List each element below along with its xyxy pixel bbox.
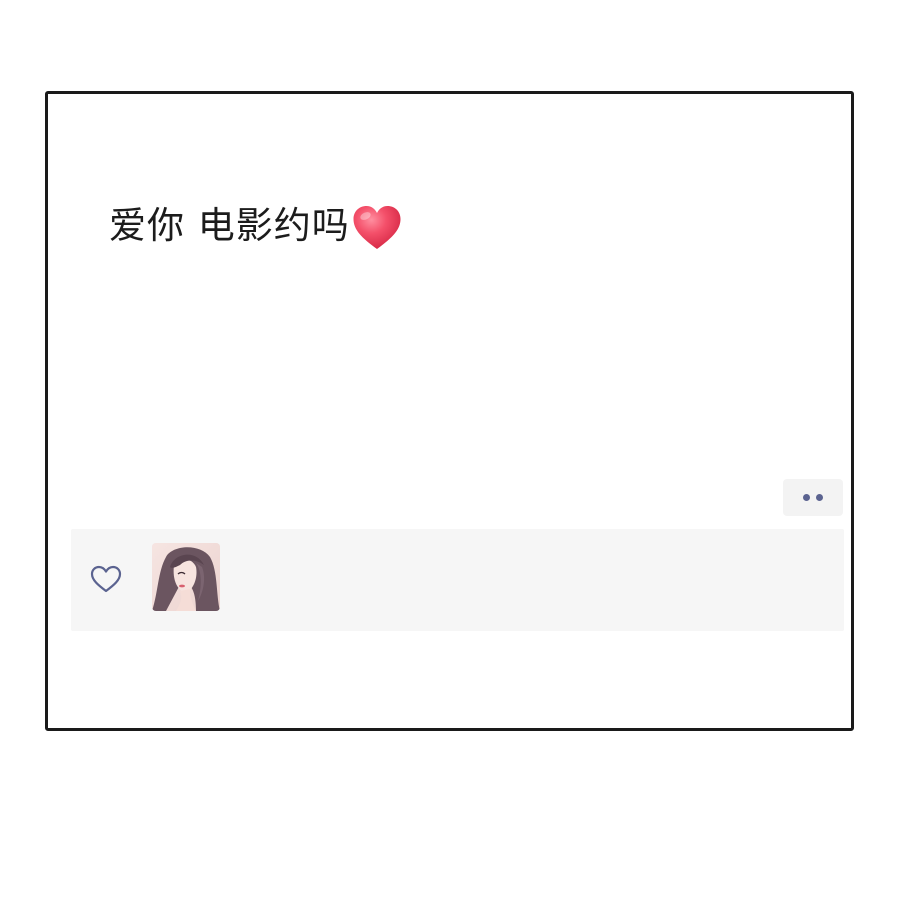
comic-panel-canvas: 爱你 电影约吗 xyxy=(0,0,900,924)
likes-section xyxy=(71,529,844,631)
heart-outline-icon xyxy=(90,565,122,593)
red-heart-emoji-icon xyxy=(353,206,401,249)
avatar-illustration xyxy=(152,543,220,611)
more-actions-button[interactable] xyxy=(783,479,843,516)
post-content: 爱你 电影约吗 xyxy=(109,202,402,250)
liker-avatar[interactable] xyxy=(152,543,220,611)
more-dot-right xyxy=(816,494,823,501)
post-text: 爱你 电影约吗 xyxy=(109,204,350,247)
more-dot-left xyxy=(803,494,810,501)
moments-post-card: 爱你 电影约吗 xyxy=(45,91,854,731)
